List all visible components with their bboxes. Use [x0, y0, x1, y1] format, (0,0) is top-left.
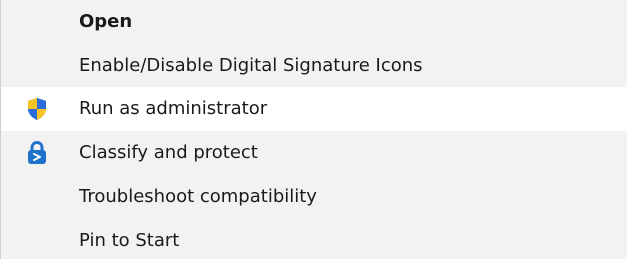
- menu-item-pin-to-start[interactable]: Pin to Start: [1, 219, 627, 263]
- menu-item-enable-disable-signature-icons[interactable]: Enable/Disable Digital Signature Icons: [1, 44, 627, 88]
- menu-item-label: Enable/Disable Digital Signature Icons: [79, 55, 423, 76]
- menu-item-label: Pin to Start: [79, 230, 180, 251]
- menu-item-open[interactable]: Open: [1, 0, 627, 44]
- aip-protect-icon: [26, 141, 48, 165]
- menu-item-troubleshoot-compatibility[interactable]: Troubleshoot compatibility: [1, 175, 627, 219]
- menu-item-label: Open: [79, 11, 133, 32]
- menu-item-label: Run as administrator: [79, 98, 268, 119]
- menu-item-label: Troubleshoot compatibility: [79, 186, 317, 207]
- uac-shield-icon: [26, 97, 48, 121]
- menu-item-classify-and-protect[interactable]: Classify and protect: [1, 131, 627, 175]
- menu-item-run-as-administrator[interactable]: Run as administrator: [1, 87, 627, 131]
- context-menu: Open Enable/Disable Digital Signature Ic…: [0, 0, 627, 259]
- menu-item-label: Classify and protect: [79, 142, 258, 163]
